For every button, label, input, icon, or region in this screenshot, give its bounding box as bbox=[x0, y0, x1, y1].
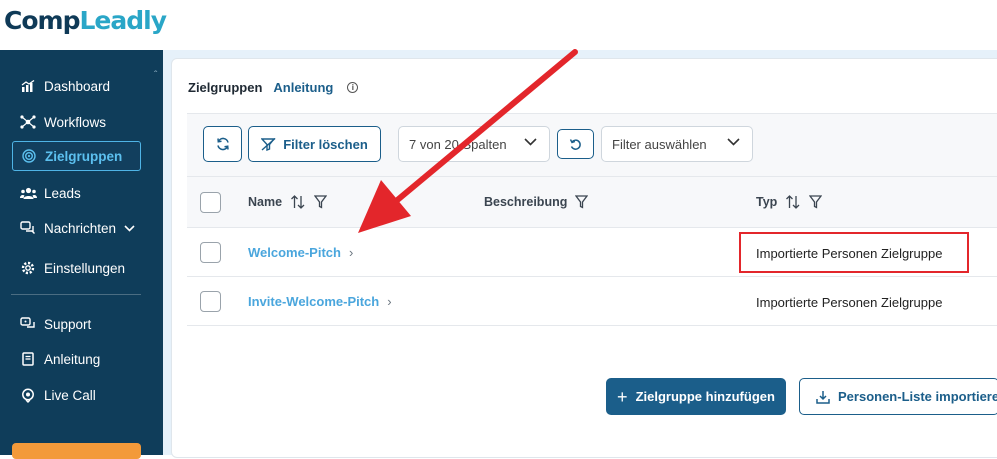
red-arrow-annotation bbox=[358, 49, 578, 233]
